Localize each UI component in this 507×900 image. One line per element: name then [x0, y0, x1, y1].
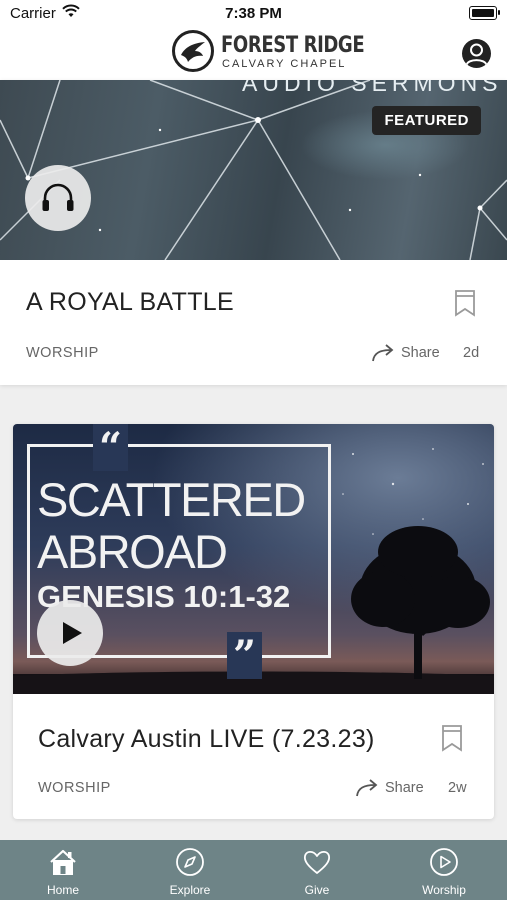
- open-quote: “: [93, 424, 129, 471]
- compass-icon: [176, 848, 204, 876]
- image-title-line2: ABROAD: [37, 525, 228, 578]
- category-label: WORSHIP: [38, 780, 111, 796]
- tab-label: Explore: [169, 883, 211, 897]
- share-button[interactable]: Share: [355, 779, 435, 800]
- play-icon: [63, 622, 82, 644]
- tab-worship[interactable]: Worship: [381, 840, 507, 900]
- tab-home[interactable]: Home: [0, 840, 126, 900]
- tab-give[interactable]: Give: [254, 840, 380, 900]
- logo-subtitle: CALVARY CHAPEL: [222, 58, 347, 70]
- bookmark-icon[interactable]: [454, 289, 476, 317]
- share-label: Share: [401, 345, 440, 361]
- headphones-icon: [42, 183, 74, 211]
- card-title[interactable]: A ROYAL BATTLE: [26, 288, 234, 317]
- home-icon: [50, 849, 76, 875]
- play-button[interactable]: [37, 600, 103, 666]
- sermon-card[interactable]: “ ” SCATTERED ABROAD GENESIS 10:1-32 Cal…: [13, 424, 494, 819]
- close-quote: ”: [227, 632, 263, 679]
- dove-logo-icon: [172, 30, 214, 72]
- featured-sermon-card[interactable]: AUDIO SERMONS FEATURED A ROYAL BATTLE WO…: [0, 80, 507, 385]
- tab-label: Give: [304, 883, 330, 897]
- clock: 7:38 PM: [225, 5, 282, 22]
- tab-explore[interactable]: Explore: [127, 840, 253, 900]
- app-header: FOREST RIDGE CALVARY CHAPEL: [0, 28, 507, 80]
- status-bar: Carrier 7:38 PM: [0, 0, 507, 28]
- logo-title: FOREST RIDGE: [221, 33, 365, 58]
- share-button[interactable]: Share: [371, 344, 451, 365]
- tab-label: Home: [46, 883, 79, 897]
- card-title[interactable]: Calvary Austin LIVE (7.23.23): [38, 725, 375, 754]
- image-title-line1: SCATTERED: [37, 473, 306, 526]
- post-age: 2w: [448, 780, 467, 796]
- image-heading: AUDIO SERMONS: [242, 80, 503, 96]
- share-label: Share: [385, 780, 424, 796]
- tab-bar: Home Explore Give Worship: [0, 840, 507, 900]
- share-arrow-icon: [356, 779, 378, 797]
- card-image: AUDIO SERMONS FEATURED: [0, 80, 507, 260]
- category-label: WORSHIP: [26, 345, 99, 361]
- post-age: 2d: [463, 345, 480, 361]
- play-circle-icon: [430, 848, 458, 876]
- share-arrow-icon: [372, 344, 394, 362]
- heart-icon: [303, 850, 331, 874]
- tab-label: Worship: [422, 883, 466, 897]
- bookmark-icon[interactable]: [441, 724, 463, 752]
- featured-badge: FEATURED: [372, 106, 481, 135]
- profile-icon[interactable]: [462, 39, 491, 68]
- app-logo[interactable]: FOREST RIDGE CALVARY CHAPEL: [172, 30, 365, 76]
- card-image: “ ” SCATTERED ABROAD GENESIS 10:1-32: [13, 424, 494, 694]
- battery-icon: [469, 6, 500, 20]
- headphones-button[interactable]: [25, 165, 91, 231]
